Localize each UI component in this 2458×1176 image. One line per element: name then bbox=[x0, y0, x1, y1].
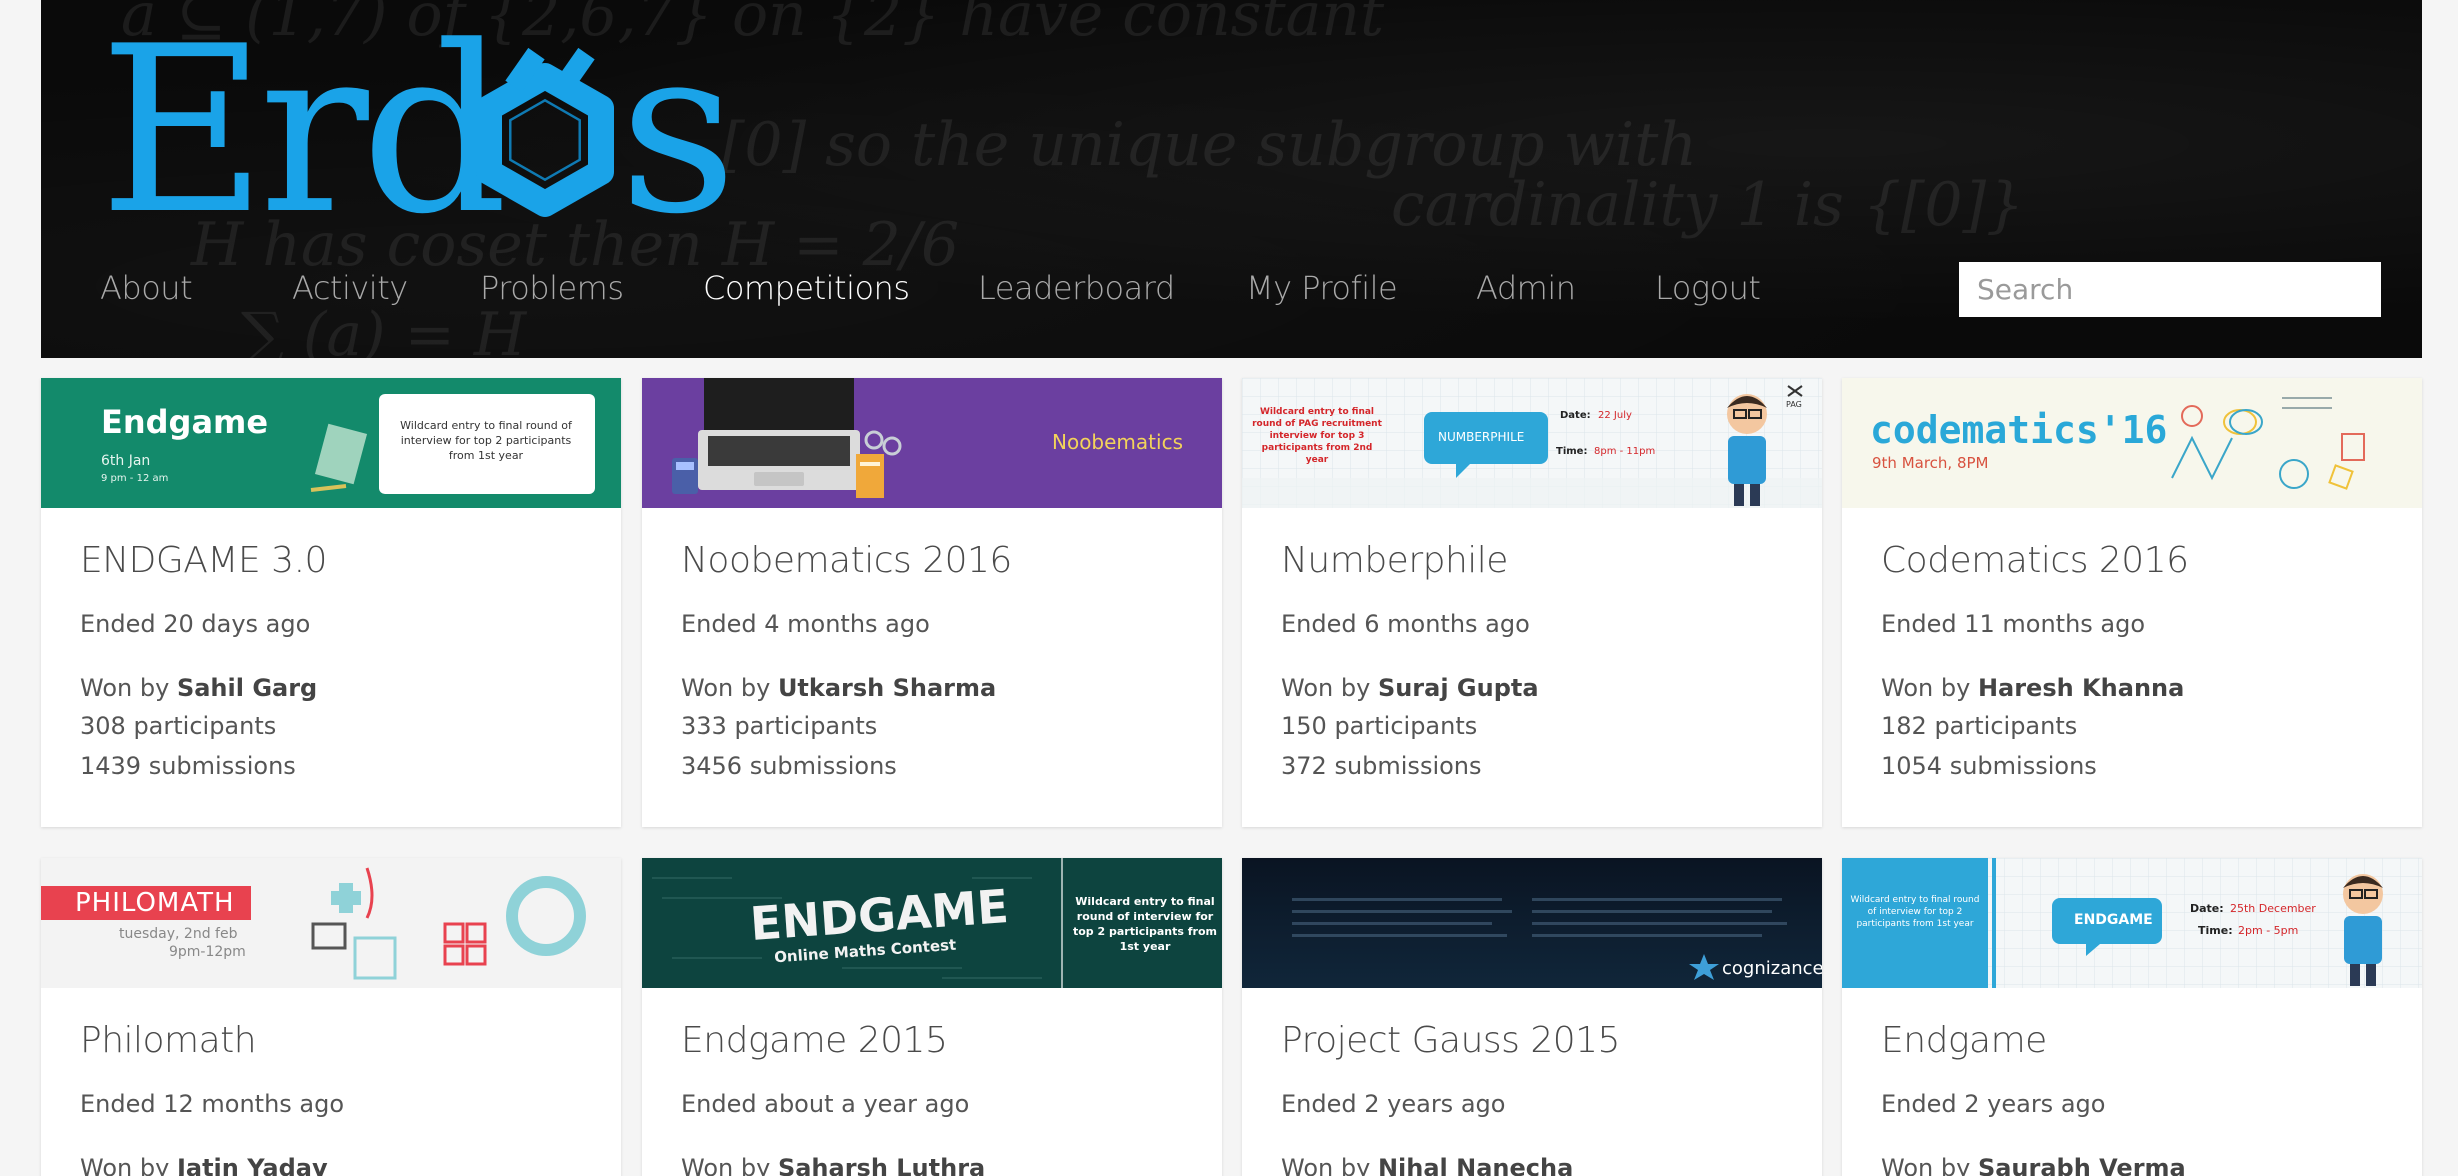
nav-admin[interactable]: Admin bbox=[1476, 260, 1655, 320]
banner-date: tuesday, 2nd feb bbox=[119, 926, 238, 942]
competition-card-endgame[interactable]: Wildcard entry to final round of intervi… bbox=[1842, 858, 2422, 1176]
banner-date: 22 July bbox=[1598, 410, 1632, 421]
banner-corner-label: PAG bbox=[1786, 400, 1802, 409]
competition-title[interactable]: ENDGAME 3.0 bbox=[80, 538, 582, 584]
competition-banner[interactable]: Wildcard entry to final round of intervi… bbox=[1842, 858, 2422, 988]
competition-status: Ended 6 months ago bbox=[1281, 610, 1530, 638]
competition-status: Ended 11 months ago bbox=[1881, 610, 2146, 638]
banner-heading: codematics'16 bbox=[1870, 408, 2168, 452]
competition-banner[interactable]: Wildcard entry to final round of PAG rec… bbox=[1242, 378, 1822, 508]
competition-banner[interactable]: cognizance bbox=[1242, 858, 1822, 988]
banner-date: 9th March, 8PM bbox=[1872, 454, 1989, 472]
competition-submissions: 1054 submissions bbox=[1881, 752, 2097, 780]
banner-date: 6th Jan bbox=[101, 453, 151, 469]
banner-date: 25th December bbox=[2230, 902, 2316, 915]
competition-card-philomath[interactable]: PHILOMATH tuesday, 2nd feb 9pm-12pm Phil… bbox=[41, 858, 621, 1176]
competition-status: Ended 2 years ago bbox=[1881, 1090, 2106, 1118]
banner-note: Wildcard entry to final round of intervi… bbox=[1850, 895, 1980, 929]
svg-text:s: s bbox=[619, 22, 737, 222]
banner-time-label: Time: bbox=[1556, 446, 1588, 457]
competition-banner[interactable]: ENDGAME Online Maths Contest Wildcard en… bbox=[642, 858, 1222, 988]
banner-note: Wildcard entry to final round of intervi… bbox=[400, 419, 572, 462]
calculator-icon bbox=[672, 458, 698, 494]
banner-date-label: Date: bbox=[2190, 902, 2224, 915]
competition-winner: Won by Saharsh Luthra bbox=[681, 1150, 1183, 1176]
competition-submissions: 3456 submissions bbox=[681, 752, 897, 780]
competition-card-codematics-2016[interactable]: codematics'16 9th March, 8PM Codematics … bbox=[1842, 378, 2422, 827]
competition-participants: 308 participants bbox=[80, 712, 277, 740]
competition-title[interactable]: Project Gauss 2015 bbox=[1281, 1018, 1783, 1064]
competition-winner: Won by Sahil Garg bbox=[80, 674, 318, 702]
competition-card-noobematics-2016[interactable]: Noobematics Noobematics 2016 Ended 4 mon… bbox=[642, 378, 1222, 827]
competition-submissions: 372 submissions bbox=[1281, 752, 1482, 780]
competition-submissions: 1439 submissions bbox=[80, 752, 296, 780]
winner-name[interactable]: Saharsh Luthra bbox=[778, 1154, 985, 1176]
competition-card-endgame-3[interactable]: Endgame 6th Jan 9 pm - 12 am Wildcard en… bbox=[41, 378, 621, 827]
banner-time: 8pm - 11pm bbox=[1594, 446, 1656, 457]
competition-card-numberphile[interactable]: Wildcard entry to final round of PAG rec… bbox=[1242, 378, 1822, 827]
banner-heading: NUMBERPHILE bbox=[1438, 430, 1525, 444]
banner-note: Wildcard entry to final round of PAG rec… bbox=[1252, 407, 1382, 465]
competition-banner[interactable]: Noobematics bbox=[642, 378, 1222, 508]
competition-status: Ended 20 days ago bbox=[80, 610, 311, 638]
banner-time: 9 pm - 12 am bbox=[101, 473, 169, 484]
competition-participants: 333 participants bbox=[681, 712, 878, 740]
banner-note: Wildcard entry to final round of intervi… bbox=[1072, 895, 1218, 953]
site-header: a ⊆ (1,7) of {2,6,7} on {2} have constan… bbox=[41, 0, 2422, 358]
competition-status: Ended 4 months ago bbox=[681, 610, 930, 638]
erdos-logo[interactable]: Erd s bbox=[99, 22, 739, 222]
banner-time: 2pm - 5pm bbox=[2238, 924, 2299, 937]
competition-card-endgame-2015[interactable]: ENDGAME Online Maths Contest Wildcard en… bbox=[642, 858, 1222, 1176]
competition-winner: Won by Utkarsh Sharma bbox=[681, 674, 997, 702]
competition-winner: Won by Nihal Nanecha bbox=[1281, 1150, 1783, 1176]
competition-banner[interactable]: Endgame 6th Jan 9 pm - 12 am Wildcard en… bbox=[41, 378, 621, 508]
competition-banner[interactable]: PHILOMATH tuesday, 2nd feb 9pm-12pm bbox=[41, 858, 621, 988]
laptop-icon bbox=[698, 378, 860, 490]
logo-hexagon-o bbox=[476, 63, 614, 217]
nav-logout[interactable]: Logout bbox=[1655, 260, 1761, 320]
competition-title[interactable]: Philomath bbox=[80, 1018, 582, 1064]
nav-leaderboard[interactable]: Leaderboard bbox=[978, 260, 1246, 320]
winner-name[interactable]: Haresh Khanna bbox=[1978, 674, 2184, 702]
competition-status: Ended 12 months ago bbox=[80, 1090, 345, 1118]
banner-heading: Noobematics bbox=[1052, 430, 1183, 454]
competition-title[interactable]: Noobematics 2016 bbox=[681, 538, 1183, 584]
banner-heading: ENDGAME bbox=[2074, 912, 2153, 928]
winner-name[interactable]: Jatin Yadav bbox=[177, 1154, 328, 1176]
nav-activity[interactable]: Activity bbox=[292, 260, 480, 320]
competition-title[interactable]: Endgame bbox=[1881, 1018, 2383, 1064]
competition-card-project-gauss-2015[interactable]: cognizance Project Gauss 2015 Ended 2 ye… bbox=[1242, 858, 1822, 1176]
competition-title[interactable]: Numberphile bbox=[1281, 538, 1783, 584]
winner-name[interactable]: Nihal Nanecha bbox=[1378, 1154, 1573, 1176]
competition-winner: Won by Saurabh Verma bbox=[1881, 1150, 2383, 1176]
banner-date-label: Date: bbox=[1560, 410, 1591, 421]
winner-name[interactable]: Utkarsh Sharma bbox=[778, 674, 996, 702]
competition-winner: Won by Jatin Yadav bbox=[80, 1150, 582, 1176]
banner-heading: Endgame bbox=[101, 403, 269, 441]
competition-title[interactable]: Endgame 2015 bbox=[681, 1018, 1183, 1064]
svg-text:Erd: Erd bbox=[99, 22, 502, 222]
banner-time-label: Time: bbox=[2198, 924, 2233, 937]
banner-time: 9pm-12pm bbox=[169, 944, 246, 960]
winner-name[interactable]: Saurabh Verma bbox=[1978, 1154, 2186, 1176]
main-nav: About Activity Problems Competitions Lea… bbox=[100, 260, 1761, 320]
nav-my-profile[interactable]: My Profile bbox=[1246, 260, 1476, 320]
competition-status: Ended 2 years ago bbox=[1281, 1090, 1506, 1118]
competition-title[interactable]: Codematics 2016 bbox=[1881, 538, 2383, 584]
nav-problems[interactable]: Problems bbox=[480, 260, 703, 320]
winner-name[interactable]: Suraj Gupta bbox=[1378, 674, 1539, 702]
competition-winner: Won by Haresh Khanna bbox=[1881, 674, 2185, 702]
competition-participants: 150 participants bbox=[1281, 712, 1478, 740]
search-input[interactable] bbox=[1959, 262, 2381, 317]
nav-about[interactable]: About bbox=[100, 260, 292, 320]
nav-competitions[interactable]: Competitions bbox=[703, 260, 978, 320]
banner-heading: cognizance bbox=[1722, 958, 1822, 979]
competition-participants: 182 participants bbox=[1881, 712, 2078, 740]
winner-name[interactable]: Sahil Garg bbox=[177, 674, 317, 702]
competition-winner: Won by Suraj Gupta bbox=[1281, 674, 1539, 702]
competition-status: Ended about a year ago bbox=[681, 1090, 970, 1118]
competition-banner[interactable]: codematics'16 9th March, 8PM bbox=[1842, 378, 2422, 508]
banner-heading: PHILOMATH bbox=[75, 888, 235, 918]
